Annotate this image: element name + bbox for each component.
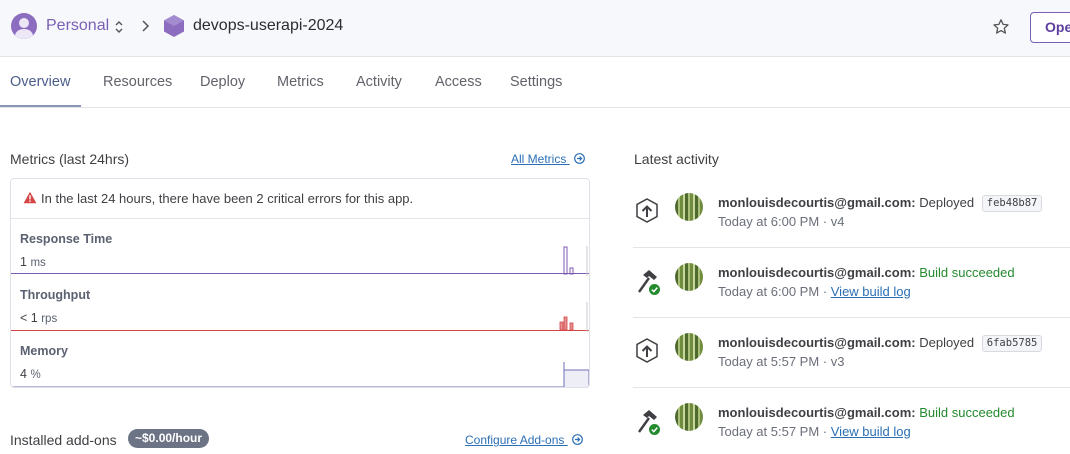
metric-value: 1 ms xyxy=(20,255,46,269)
star-icon[interactable] xyxy=(992,18,1010,36)
metrics-card[interactable]: In the last 24 hours, there have been 2 … xyxy=(10,178,590,388)
metric-memory[interactable]: Memory 4 % xyxy=(11,332,589,387)
view-build-log-link[interactable]: View build log xyxy=(831,284,911,299)
activity-item: monlouisdecourtis@gmail.com: Deployed fe… xyxy=(633,186,1070,256)
all-metrics-link[interactable]: All Metrics xyxy=(511,152,585,166)
updown-chevron-icon[interactable] xyxy=(114,20,124,34)
divider xyxy=(633,317,1070,318)
tab-deploy[interactable]: Deploy xyxy=(200,74,245,90)
activity-time: Today at 5:57 PM · View build log xyxy=(718,424,911,439)
tab-settings[interactable]: Settings xyxy=(510,74,562,90)
metric-label: Response Time xyxy=(20,232,113,246)
org-switcher-label[interactable]: Personal xyxy=(46,17,109,35)
addons-title: Installed add-ons xyxy=(10,432,117,448)
critical-errors-alert[interactable]: In the last 24 hours, there have been 2 … xyxy=(11,179,589,219)
tab-activity[interactable]: Activity xyxy=(356,74,402,90)
metric-throughput[interactable]: Throughput < 1 rps xyxy=(11,276,589,332)
warning-icon xyxy=(23,191,37,204)
activity-summary: monlouisdecourtis@gmail.com: Build succe… xyxy=(718,265,1015,280)
view-build-log-link[interactable]: View build log xyxy=(831,424,911,439)
metric-value: < 1 rps xyxy=(20,311,58,325)
cost-badge: ~$0.00/hour xyxy=(128,429,210,448)
chevron-right-icon xyxy=(142,20,150,32)
user-avatar xyxy=(675,263,703,291)
activity-summary: monlouisdecourtis@gmail.com: Build succe… xyxy=(718,405,1015,420)
memory-sparkline xyxy=(11,362,589,387)
activity-time: Today at 6:00 PM · View build log xyxy=(718,284,911,299)
tab-access[interactable]: Access xyxy=(435,74,482,90)
circle-arrow-right-icon xyxy=(573,153,585,164)
deploy-upload-icon xyxy=(636,338,658,363)
app-name: devops-userapi-2024 xyxy=(193,17,344,34)
top-header: Personal devops-userapi-2024 Open app xyxy=(0,0,1070,57)
throughput-sparkline xyxy=(11,302,589,332)
open-app-button[interactable]: Open app xyxy=(1030,12,1070,43)
tab-metrics[interactable]: Metrics xyxy=(277,74,324,90)
activity-summary: monlouisdecourtis@gmail.com: Deployed fe… xyxy=(718,195,1043,212)
divider xyxy=(633,387,1070,388)
app-hexagon-icon xyxy=(164,15,184,37)
user-avatar xyxy=(675,403,703,431)
circle-arrow-right-icon xyxy=(571,434,583,445)
activity-item: monlouisdecourtis@gmail.com: Deployed 6f… xyxy=(633,326,1070,396)
activity-summary: monlouisdecourtis@gmail.com: Deployed 6f… xyxy=(718,335,1043,352)
metric-value: 4 % xyxy=(20,367,41,381)
build-hammer-icon xyxy=(638,270,660,295)
tab-bar: Overview Resources Deploy Metrics Activi… xyxy=(0,58,1070,108)
activity-item: monlouisdecourtis@gmail.com: Build succe… xyxy=(633,396,1070,454)
commit-hash[interactable]: 6fab5785 xyxy=(981,335,1043,352)
personal-avatar-icon[interactable] xyxy=(11,13,37,39)
activity-time: Today at 6:00 PM · v4 xyxy=(718,214,845,229)
latest-activity-title: Latest activity xyxy=(634,151,719,167)
configure-addons-link[interactable]: Configure Add-ons xyxy=(465,433,583,447)
tab-resources[interactable]: Resources xyxy=(103,74,172,90)
response-time-sparkline xyxy=(11,246,589,276)
build-hammer-icon xyxy=(638,410,660,435)
metric-response-time[interactable]: Response Time 1 ms xyxy=(11,220,589,276)
activity-time: Today at 5:57 PM · v3 xyxy=(718,354,845,369)
activity-item: monlouisdecourtis@gmail.com: Build succe… xyxy=(633,256,1070,326)
alert-message: In the last 24 hours, there have been 2 … xyxy=(41,191,414,206)
divider xyxy=(633,247,1070,248)
deploy-upload-icon xyxy=(636,198,658,223)
user-avatar xyxy=(675,193,703,221)
user-avatar xyxy=(675,333,703,361)
tab-overview[interactable]: Overview xyxy=(10,74,70,90)
metric-label: Throughput xyxy=(20,288,91,302)
metric-label: Memory xyxy=(20,344,68,358)
commit-hash[interactable]: feb48b87 xyxy=(981,195,1043,212)
active-tab-indicator xyxy=(0,105,81,107)
metrics-title: Metrics (last 24hrs) xyxy=(10,151,130,167)
